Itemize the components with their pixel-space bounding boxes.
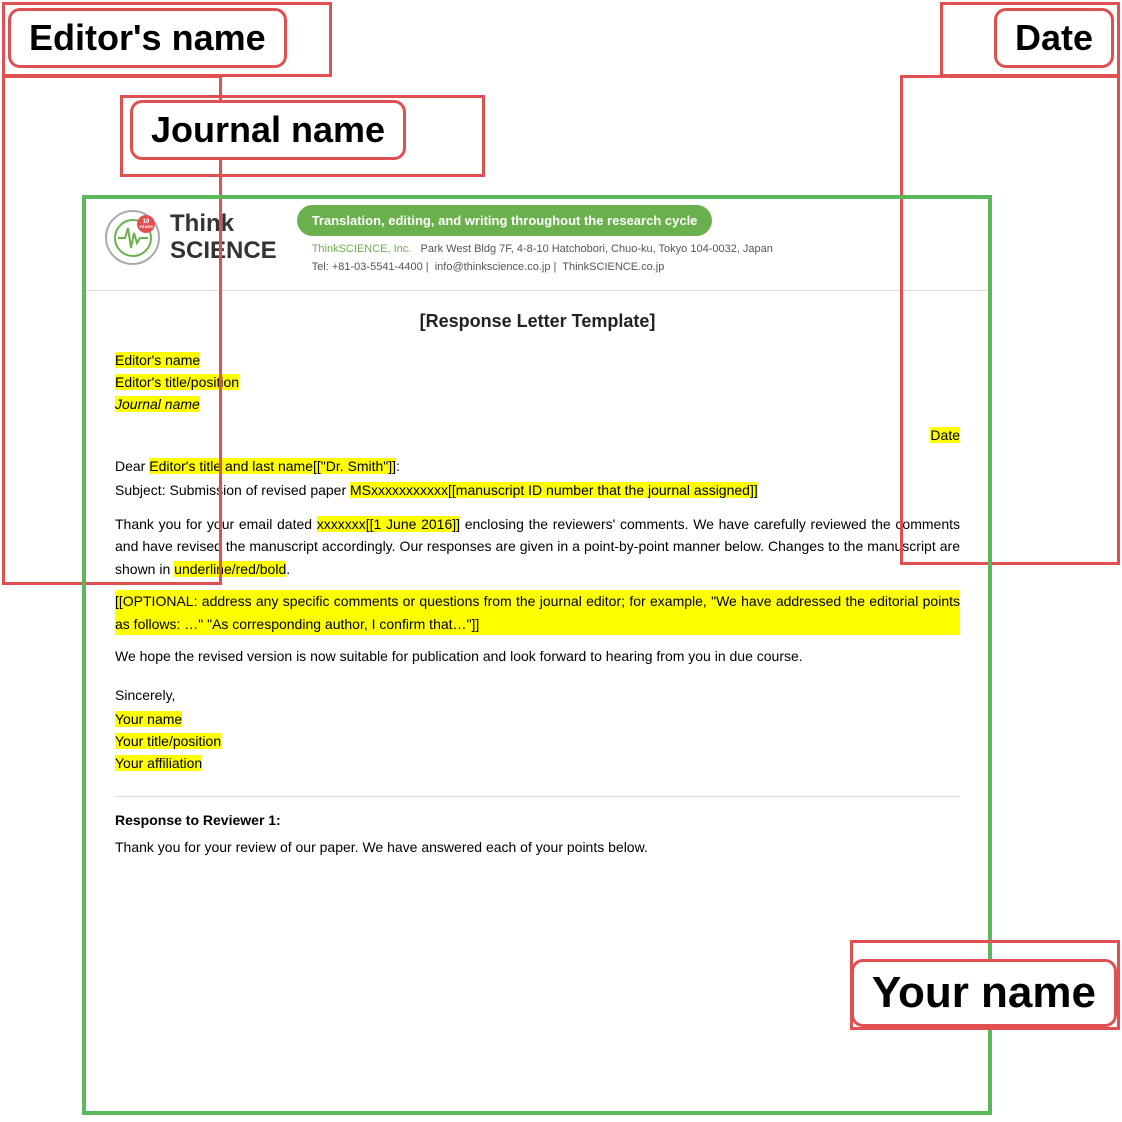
editors-name-label: Editor's name (29, 17, 266, 58)
contact-email: info@thinkscience.co.jp (435, 261, 551, 273)
editor-title-field: Editor's title/position (115, 374, 960, 390)
contact-name: ThinkSCIENCE, Inc. (312, 243, 412, 255)
logo-circle: 10 YEARS (105, 210, 160, 265)
your-name-annotation: Your name (851, 959, 1117, 1027)
tagline-bar: Translation, editing, and writing throug… (297, 205, 713, 236)
contact-info: ThinkSCIENCE, Inc. Park West Bldg 7F, 4-… (297, 241, 990, 276)
doc-header: 10 YEARS Think SCIENCE Translation, edit… (85, 195, 990, 291)
journal-name-label: Journal name (151, 109, 385, 150)
body-text-1: Thank you for your email dated xxxxxxx[[… (115, 513, 960, 580)
sincerely: Sincerely, (115, 687, 960, 703)
optional-block: [[OPTIONAL: address any specific comment… (115, 590, 960, 635)
reviewer-heading: Response to Reviewer 1: (115, 812, 960, 828)
date-annotation: Date (994, 8, 1114, 68)
contact-tel: Tel: +81-03-5541-4400 (312, 261, 423, 273)
logo-years: 10 YEARS (137, 215, 155, 233)
editors-name-annotation: Editor's name (8, 8, 287, 68)
subject-line: Subject: Submission of revised paper MSx… (115, 482, 960, 498)
reviewer-section: Response to Reviewer 1: Thank you for yo… (115, 796, 960, 858)
your-name-label: Your name (872, 968, 1096, 1017)
date-label: Date (1015, 17, 1093, 58)
logo-text: Think SCIENCE (170, 211, 277, 264)
your-name-field: Your name (115, 711, 960, 727)
header-right: Translation, editing, and writing throug… (297, 195, 990, 280)
dear-line: Dear Editor's title and last name[["Dr. … (115, 458, 960, 474)
date-right: Date (115, 427, 960, 443)
body-text-2: We hope the revised version is now suita… (115, 645, 960, 667)
contact-website: ThinkSCIENCE.co.jp (562, 261, 664, 273)
your-title-field: Your title/position (115, 733, 960, 749)
journal-name-annotation: Journal name (130, 100, 406, 160)
contact-address: Park West Bldg 7F, 4-8-10 Hatchobori, Ch… (421, 243, 773, 255)
editor-name-field: Editor's name (115, 352, 960, 368)
logo-section: 10 YEARS Think SCIENCE (85, 195, 297, 280)
doc-title: [Response Letter Template] (115, 311, 960, 332)
doc-body: [Response Letter Template] Editor's name… (85, 311, 990, 889)
journal-name-field: Journal name (115, 396, 960, 412)
reviewer-text: Thank you for your review of our paper. … (115, 836, 960, 858)
your-affiliation-field: Your affiliation (115, 755, 960, 771)
document: 10 YEARS Think SCIENCE Translation, edit… (85, 195, 990, 889)
